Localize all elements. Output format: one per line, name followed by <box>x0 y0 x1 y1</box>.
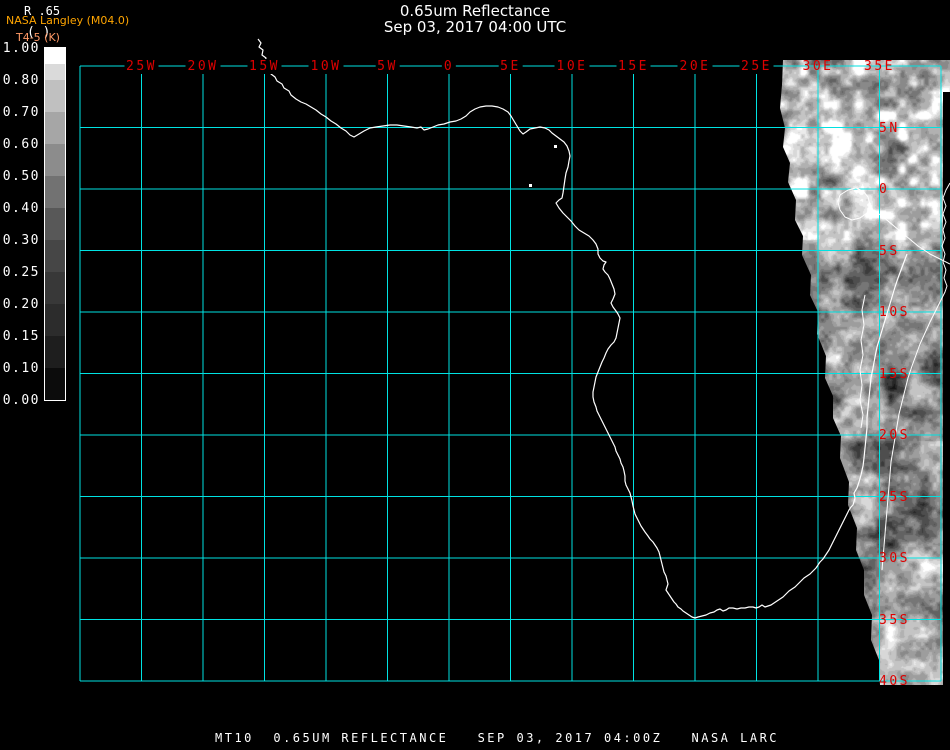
lake-victoria-outline <box>838 188 870 220</box>
map-grid <box>0 0 950 750</box>
latitude-label: 25S <box>879 491 910 504</box>
longitude-label: 25E <box>739 59 774 74</box>
africa-coastline <box>258 39 907 618</box>
latitude-label: 5N <box>879 122 900 135</box>
island-marker <box>554 145 557 148</box>
latitude-label: 40S <box>879 675 910 688</box>
longitude-label: 20W <box>186 59 221 74</box>
latitude-label: 20S <box>879 429 910 442</box>
latitude-label: 10S <box>879 306 910 319</box>
latitude-label: 35S <box>879 614 910 627</box>
longitude-label: 10W <box>309 59 344 74</box>
longitude-label: 30E <box>801 59 836 74</box>
longitude-label: 5E <box>498 59 523 74</box>
longitude-label: 15E <box>616 59 651 74</box>
longitude-label: 10E <box>555 59 590 74</box>
rift-lakes-outline <box>860 295 865 428</box>
latitude-label: 5S <box>879 245 900 258</box>
longitude-label: 0 <box>442 59 456 74</box>
latitude-label: 15S <box>879 368 910 381</box>
longitude-label: 35E <box>862 59 897 74</box>
longitude-label: 25W <box>124 59 159 74</box>
latitude-label: 30S <box>879 552 910 565</box>
island-marker <box>529 184 532 187</box>
longitude-label: 20E <box>678 59 713 74</box>
longitude-label: 5W <box>375 59 400 74</box>
satellite-product-view: 0.65um Reflectance Sep 03, 2017 04:00 UT… <box>0 0 950 750</box>
latitude-label: 0 <box>879 183 889 196</box>
longitude-label: 15W <box>247 59 282 74</box>
